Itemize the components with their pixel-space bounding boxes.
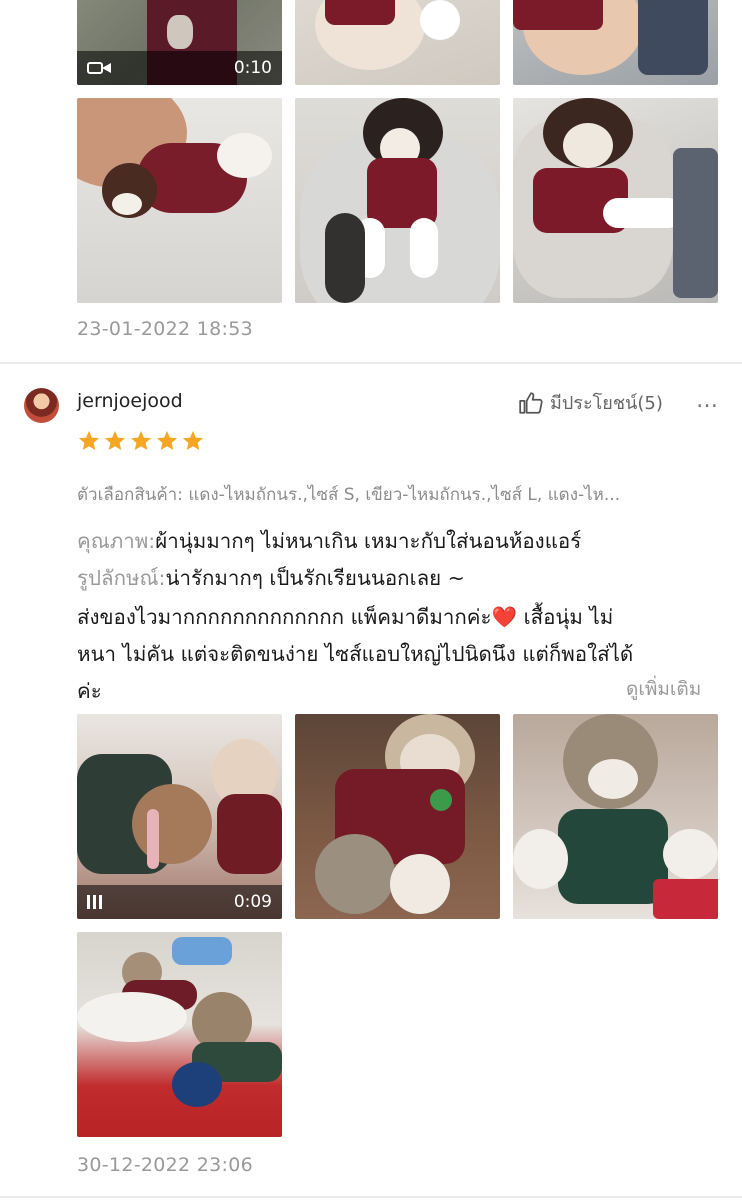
review2-photo-3[interactable] bbox=[513, 714, 718, 919]
body-text-1b: เสื้อนุ่ม ไม่ bbox=[517, 605, 614, 629]
video-camera-icon bbox=[87, 59, 113, 77]
star-icon bbox=[105, 431, 125, 450]
review-body-line-3: ค่ะ bbox=[77, 679, 102, 703]
quality-line: คุณภาพ:ผ้านุ่มมากๆ ไม่หนาเกิน เหมาะกับใส… bbox=[77, 525, 581, 558]
review1-photo-5[interactable] bbox=[295, 98, 500, 303]
review1-photo-3[interactable] bbox=[513, 0, 718, 85]
helpful-button[interactable]: มีประโยชน์(5) bbox=[518, 388, 663, 417]
appearance-label: รูปลักษณ์: bbox=[77, 566, 166, 590]
see-more-link[interactable]: ดูเพิ่มเติม bbox=[626, 674, 701, 704]
review2-photo-4[interactable] bbox=[77, 932, 282, 1137]
video-bar: 0:10 bbox=[77, 51, 282, 85]
thumbs-up-icon bbox=[519, 391, 543, 414]
reviewer-username[interactable]: jernjoejood bbox=[77, 390, 183, 412]
more-options-icon[interactable]: … bbox=[696, 388, 719, 413]
star-icon bbox=[157, 431, 177, 450]
review1-photo-2[interactable] bbox=[295, 0, 500, 85]
review1-photo-4[interactable] bbox=[77, 98, 282, 303]
review2-video-thumbnail[interactable]: 0:09 bbox=[77, 714, 282, 919]
review1-video-thumbnail[interactable]: 0:10 bbox=[77, 0, 282, 85]
helpful-label: มีประโยชน์(5) bbox=[550, 393, 663, 414]
video-duration: 0:10 bbox=[233, 58, 272, 78]
review2-photo-2[interactable] bbox=[295, 714, 500, 919]
quality-value: ผ้านุ่มมากๆ ไม่หนาเกิน เหมาะกับใส่นอนห้อ… bbox=[155, 529, 582, 553]
star-icon bbox=[131, 431, 151, 450]
review-body-line-1: ส่งของไวมากกกกกกกกกกกกก แพ็คมาดีมากค่ะ❤️… bbox=[77, 601, 613, 634]
review1-photo-6[interactable] bbox=[513, 98, 718, 303]
star-icon bbox=[79, 431, 99, 450]
review-body-line-2: หนา ไม่คัน แต่จะติดขนง่าย ไซส์แอบใหญ่ไปน… bbox=[77, 642, 634, 666]
video-bar: 0:09 bbox=[77, 885, 282, 919]
quality-label: คุณภาพ: bbox=[77, 529, 156, 553]
review2-date: 30-12-2022 23:06 bbox=[77, 1154, 254, 1176]
heart-icon: ❤️ bbox=[491, 605, 518, 629]
review-divider bbox=[0, 362, 742, 364]
pause-bars-icon bbox=[87, 895, 102, 909]
appearance-line: รูปลักษณ์:น่ารักมากๆ เป็นรักเรียนนอกเลย … bbox=[77, 562, 465, 595]
body-text-1: ส่งของไวมากกกกกกกกกกกกก แพ็คมาดีมากค่ะ bbox=[77, 605, 492, 629]
product-variant: ตัวเลือกสินค้า: แดง-ไหมถักนร.,ไซส์ S, เข… bbox=[77, 485, 621, 505]
rating-stars bbox=[77, 429, 205, 453]
avatar[interactable] bbox=[24, 388, 59, 423]
review-divider-bottom bbox=[0, 1196, 742, 1198]
star-icon bbox=[183, 431, 203, 450]
review1-date: 23-01-2022 18:53 bbox=[77, 318, 254, 340]
appearance-value: น่ารักมากๆ เป็นรักเรียนนอกเลย ~ bbox=[165, 566, 465, 590]
video-duration: 0:09 bbox=[233, 892, 272, 912]
